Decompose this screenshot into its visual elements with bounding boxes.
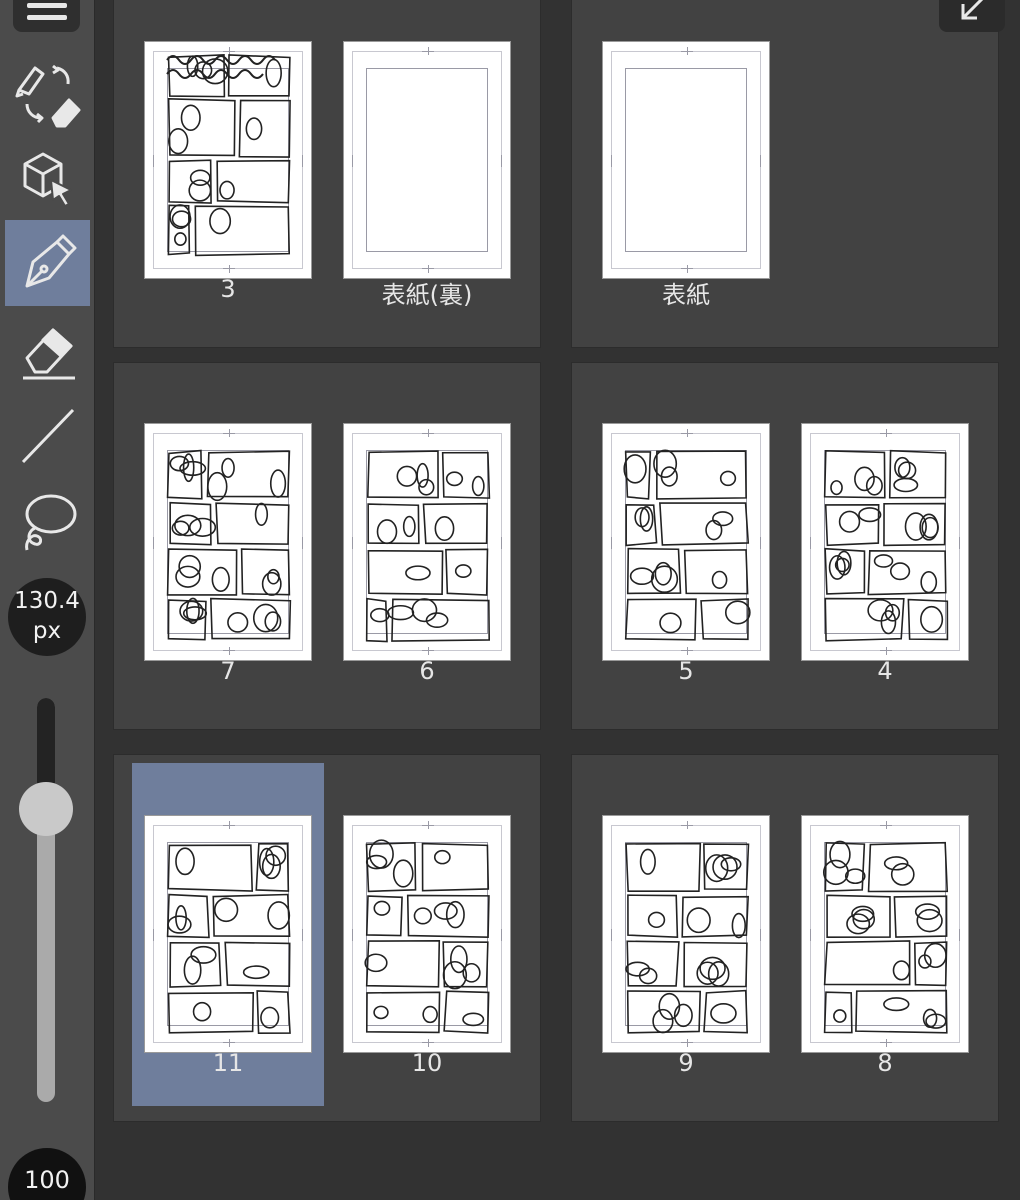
page-thumbnail-item[interactable]: 7 xyxy=(132,371,324,714)
page-thumbnail[interactable] xyxy=(602,815,770,1053)
page-label: 7 xyxy=(220,657,236,685)
page-thumbnail[interactable] xyxy=(602,423,770,661)
lasso-icon[interactable] xyxy=(5,478,90,564)
page-thumbnail[interactable] xyxy=(343,423,511,661)
page-sketch xyxy=(344,42,512,280)
tool-sidebar: 130.4 px 100 xyxy=(0,0,95,1200)
page-spread: 54 xyxy=(571,362,999,730)
page-thumbnail-item[interactable]: 10 xyxy=(331,763,523,1106)
page-thumbnail[interactable] xyxy=(343,815,511,1053)
page-thumbnail-item[interactable]: 5 xyxy=(590,371,782,714)
page-thumbnail[interactable] xyxy=(343,41,511,279)
line-icon[interactable] xyxy=(5,392,90,478)
page-sketch xyxy=(625,842,750,1034)
page-thumbnail-item[interactable]: 11 xyxy=(132,763,324,1106)
page-thumbnail-item[interactable]: 3 xyxy=(132,0,324,332)
pen-icon[interactable] xyxy=(5,220,90,306)
page-sketch xyxy=(364,839,490,1034)
page-sketch xyxy=(822,840,949,1034)
page-thumbnail-item[interactable]: 4 xyxy=(789,371,981,714)
page-spread: 11 10 xyxy=(113,754,541,1122)
brush-size-indicator[interactable]: 130.4 px xyxy=(8,578,86,656)
page-thumbnail[interactable] xyxy=(144,41,312,279)
page-sketch xyxy=(166,449,292,641)
3d-object-select-icon[interactable] xyxy=(5,136,90,222)
page-thumbnail-item[interactable]: 8 xyxy=(789,763,981,1106)
page-label: 8 xyxy=(877,1049,893,1077)
page-spread: 3 表紙(裏) xyxy=(113,0,541,348)
brush-size-value: 130.4 xyxy=(14,588,80,614)
brush-size-slider-handle[interactable] xyxy=(19,782,73,836)
hamburger-menu-icon[interactable] xyxy=(13,0,80,32)
page-label: 表紙(裏) xyxy=(381,281,473,309)
page-sketch xyxy=(166,842,291,1035)
opacity-indicator[interactable]: 100 xyxy=(8,1148,86,1200)
brush-size-slider[interactable] xyxy=(37,698,55,1102)
page-label: 9 xyxy=(678,1049,694,1077)
eraser-icon[interactable] xyxy=(5,306,90,392)
page-label: 4 xyxy=(877,657,893,685)
page-sketch xyxy=(603,42,771,280)
page-label: 6 xyxy=(419,657,435,685)
page-sketch xyxy=(823,449,949,642)
page-spread: 98 xyxy=(571,754,999,1122)
pen-eraser-switch-icon[interactable] xyxy=(5,52,90,138)
page-label: 5 xyxy=(678,657,694,685)
page-thumbnail[interactable] xyxy=(144,815,312,1053)
page-spread: 76 xyxy=(113,362,541,730)
page-thumbnail[interactable] xyxy=(144,423,312,661)
page-spread: 表紙 xyxy=(571,0,999,348)
brush-size-unit: px xyxy=(32,618,62,644)
page-thumbnail-item[interactable]: 表紙(裏) xyxy=(331,0,523,332)
page-sketch xyxy=(166,54,291,257)
page-label: 3 xyxy=(220,275,236,303)
page-label: 11 xyxy=(212,1049,244,1077)
page-sketch xyxy=(365,450,491,643)
page-thumbnail[interactable] xyxy=(801,815,969,1053)
page-thumbnail-item[interactable]: 9 xyxy=(590,763,782,1106)
page-thumbnail[interactable] xyxy=(801,423,969,661)
page-thumbnail-item[interactable]: 表紙 xyxy=(590,0,782,332)
page-thumbnail[interactable] xyxy=(602,41,770,279)
page-label: 10 xyxy=(411,1049,443,1077)
page-sketch xyxy=(623,449,751,641)
page-thumbnail-item[interactable]: 6 xyxy=(331,371,523,714)
page-label: 表紙 xyxy=(662,281,710,309)
page-manager-grid: 3 表紙(裏) 表紙 7 6 5 4 11 10 9 8 xyxy=(95,0,1020,1200)
collapse-arrow-icon[interactable] xyxy=(939,0,1005,32)
